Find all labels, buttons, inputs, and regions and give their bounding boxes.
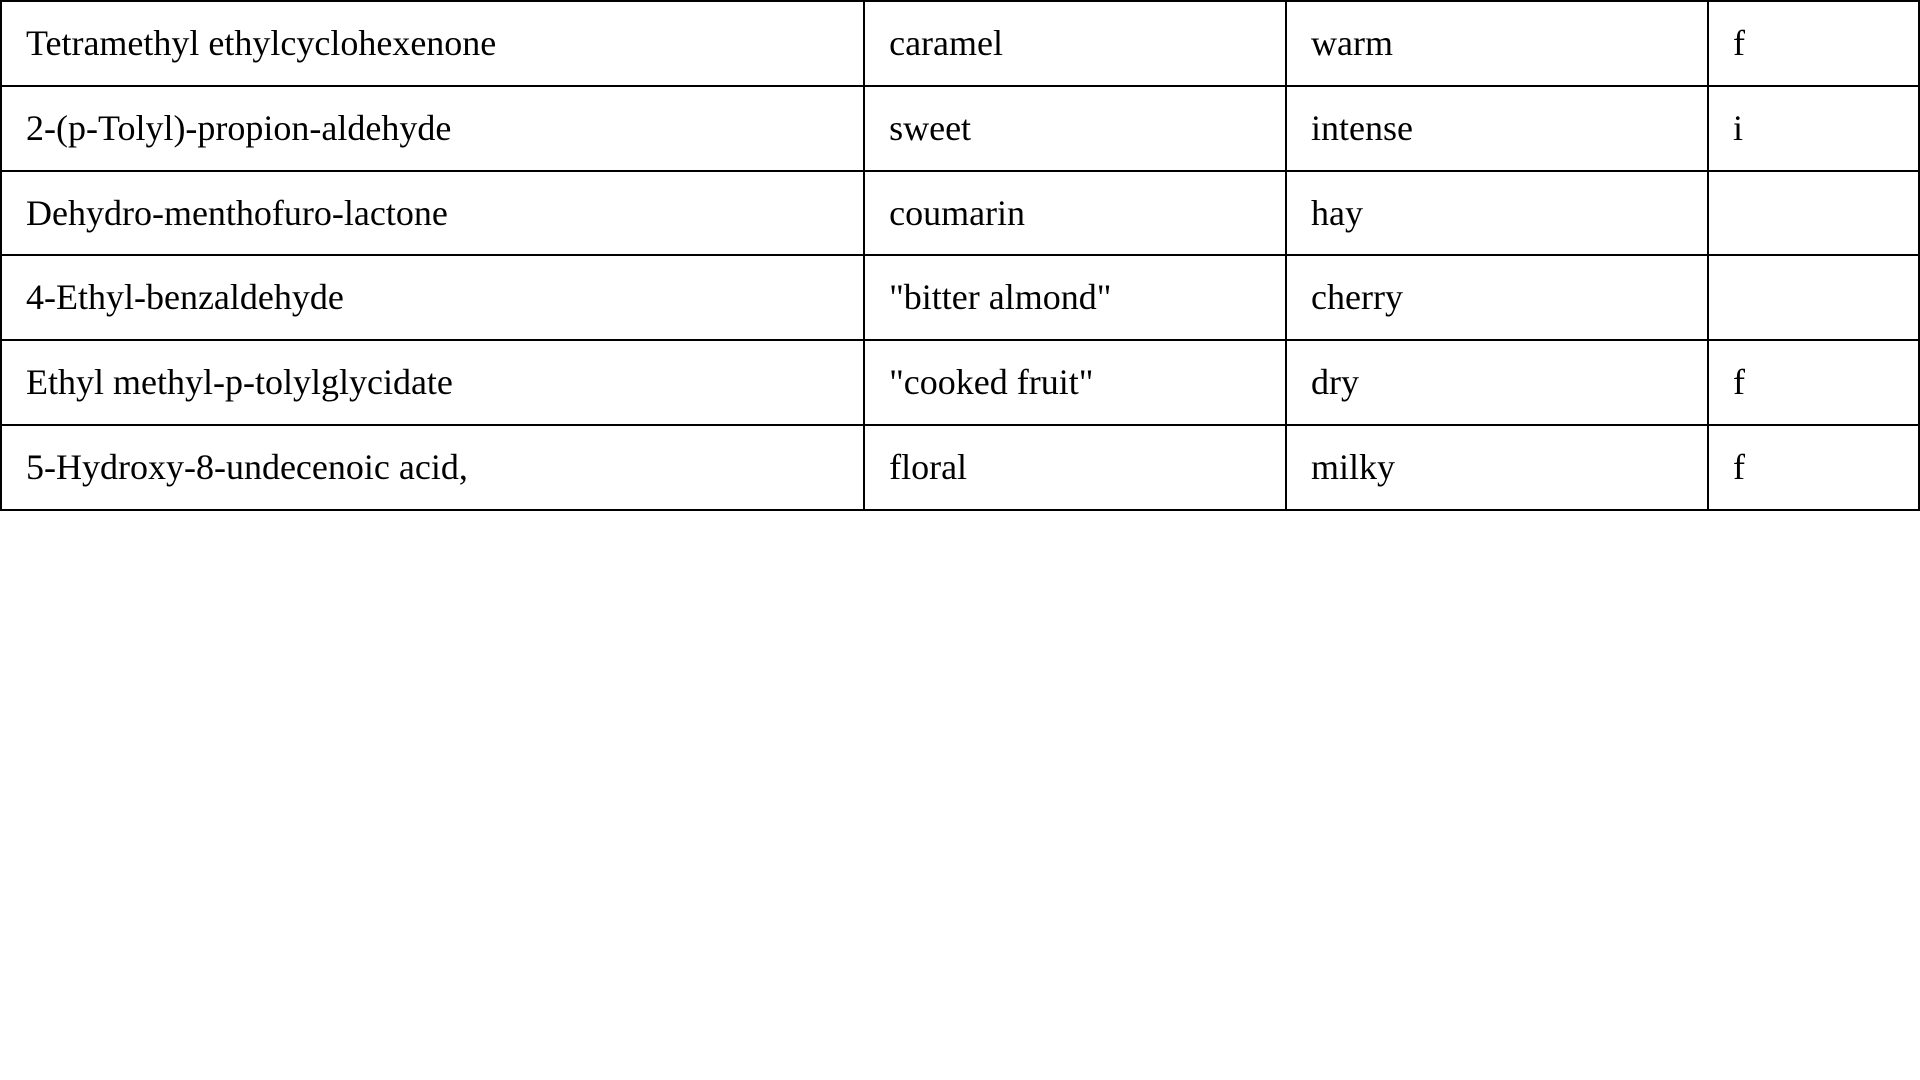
odor-descriptor-2: intense xyxy=(1286,86,1708,171)
compound-name: 5-Hydroxy-8-undecenoic acid, xyxy=(1,425,864,510)
odor-descriptor-1: "cooked fruit" xyxy=(864,340,1286,425)
table-row: Ethyl methyl-p-tolylglycidate"cooked fru… xyxy=(1,340,1919,425)
compound-name: 2-(p-Tolyl)-propion-aldehyde xyxy=(1,86,864,171)
odor-descriptor-2: hay xyxy=(1286,171,1708,256)
odor-descriptor-3: f xyxy=(1708,425,1919,510)
table-container: Tetramethyl ethylcyclohexenonecaramelwar… xyxy=(0,0,1920,1080)
compound-name: Ethyl methyl-p-tolylglycidate xyxy=(1,340,864,425)
odor-descriptor-3 xyxy=(1708,255,1919,340)
odor-descriptor-3 xyxy=(1708,171,1919,256)
table-row: 4-Ethyl-benzaldehyde"bitter almond"cherr… xyxy=(1,255,1919,340)
odor-descriptor-3: f xyxy=(1708,340,1919,425)
odor-descriptor-1: coumarin xyxy=(864,171,1286,256)
table-row: Dehydro-menthofuro-lactonecoumarinhay xyxy=(1,171,1919,256)
odor-descriptor-1: sweet xyxy=(864,86,1286,171)
odor-descriptor-3: i xyxy=(1708,86,1919,171)
table-row: Tetramethyl ethylcyclohexenonecaramelwar… xyxy=(1,1,1919,86)
odor-descriptor-1: caramel xyxy=(864,1,1286,86)
odor-descriptor-2: warm xyxy=(1286,1,1708,86)
odor-descriptor-2: dry xyxy=(1286,340,1708,425)
compound-name: Tetramethyl ethylcyclohexenone xyxy=(1,1,864,86)
compound-table: Tetramethyl ethylcyclohexenonecaramelwar… xyxy=(0,0,1920,511)
odor-descriptor-1: floral xyxy=(864,425,1286,510)
table-row: 5-Hydroxy-8-undecenoic acid,floralmilkyf xyxy=(1,425,1919,510)
odor-descriptor-2: milky xyxy=(1286,425,1708,510)
odor-descriptor-2: cherry xyxy=(1286,255,1708,340)
odor-descriptor-3: f xyxy=(1708,1,1919,86)
compound-name: 4-Ethyl-benzaldehyde xyxy=(1,255,864,340)
odor-descriptor-1: "bitter almond" xyxy=(864,255,1286,340)
compound-name: Dehydro-menthofuro-lactone xyxy=(1,171,864,256)
table-row: 2-(p-Tolyl)-propion-aldehydesweetintense… xyxy=(1,86,1919,171)
